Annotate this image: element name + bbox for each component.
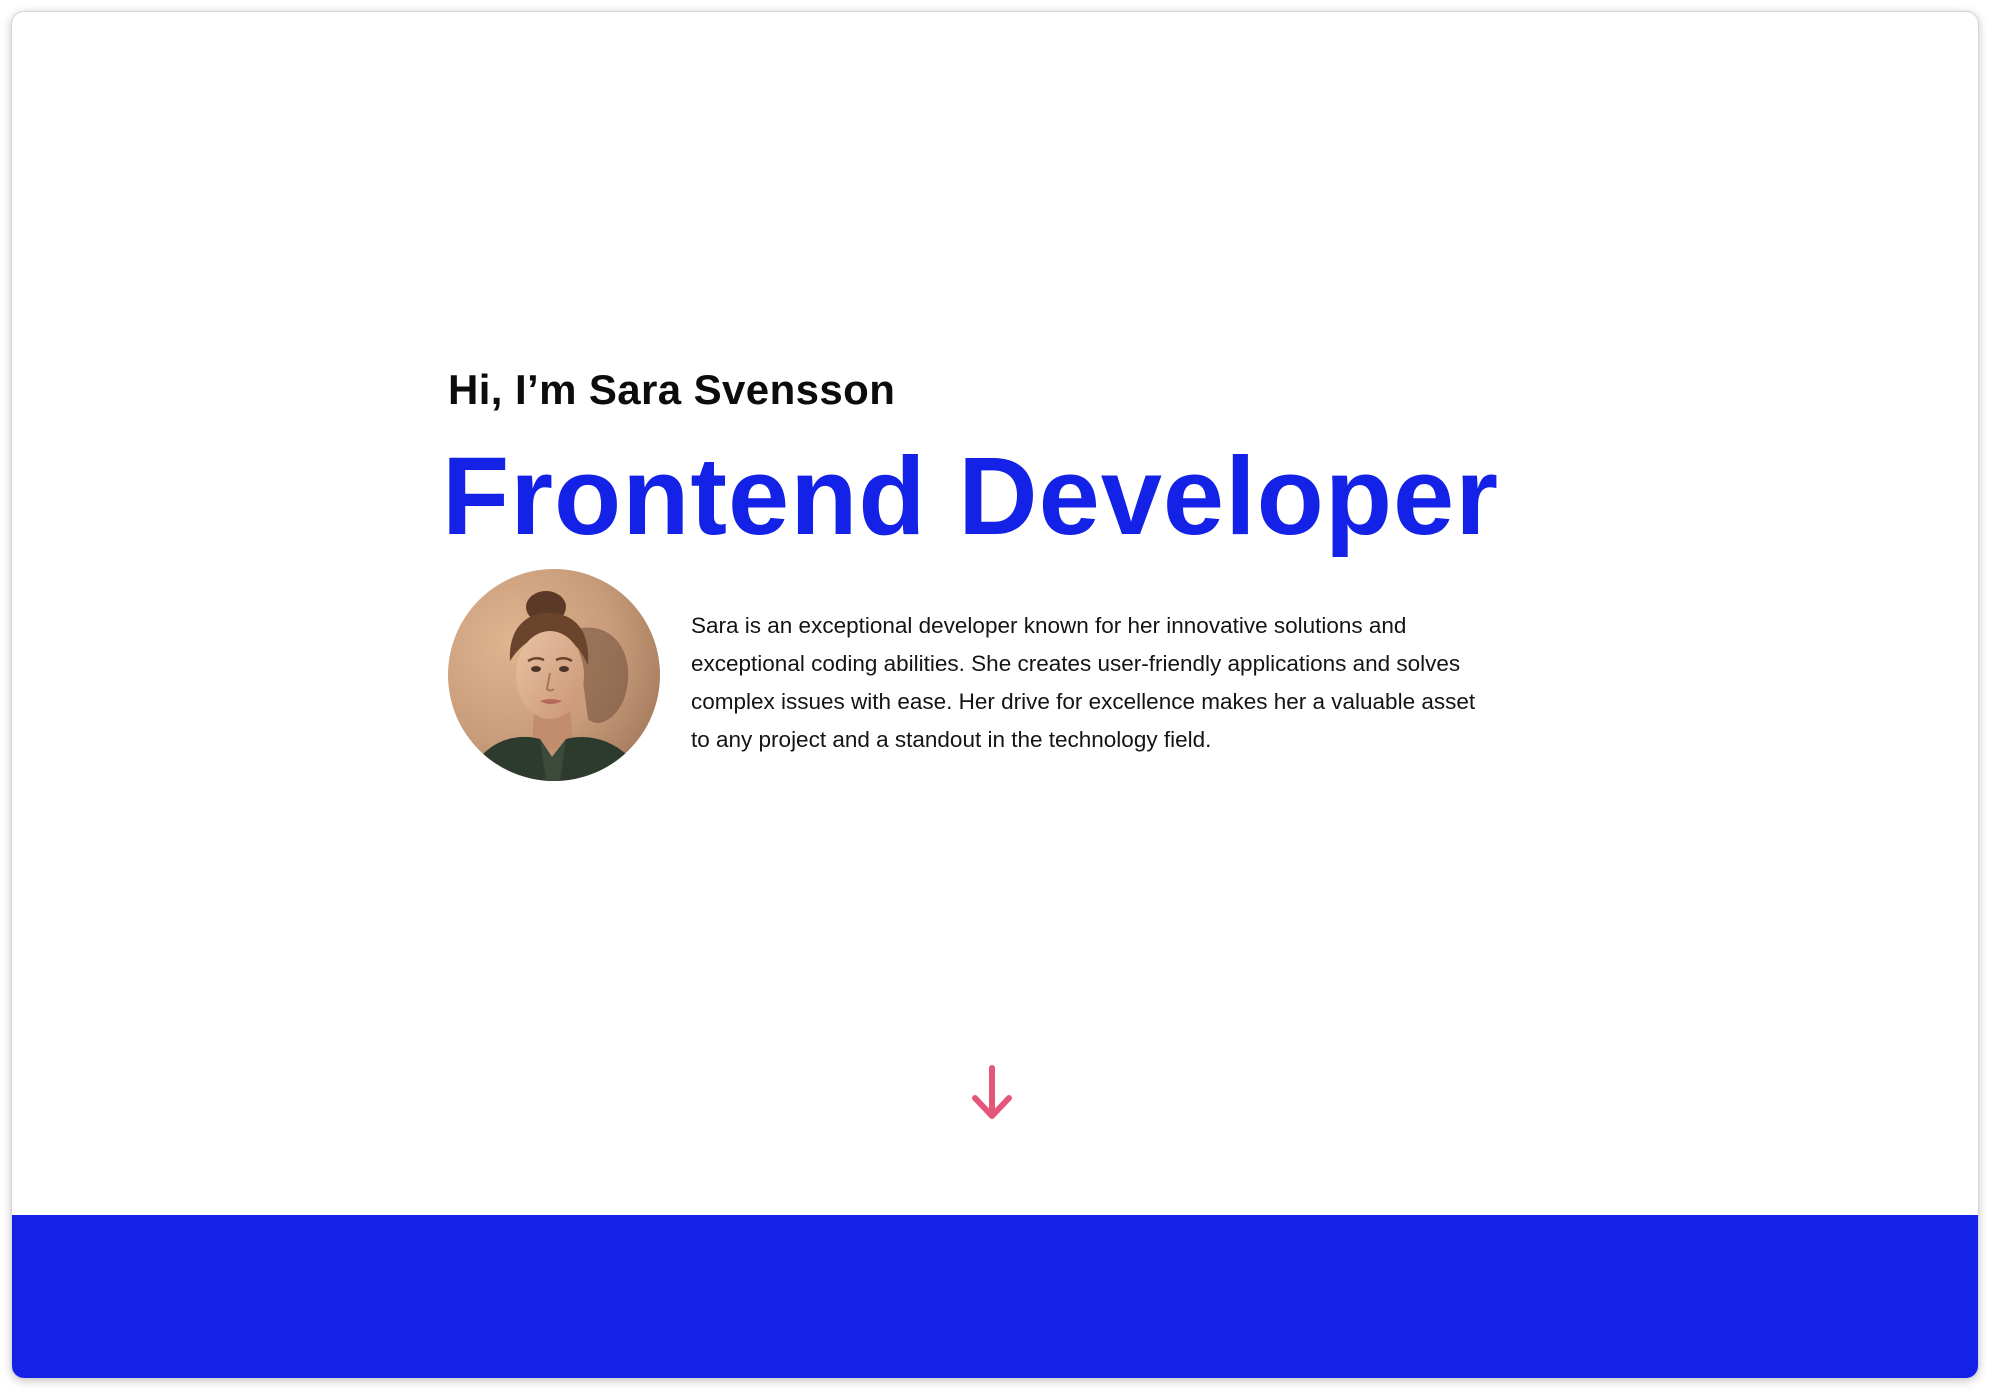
next-section-band — [12, 1215, 1978, 1378]
hero-section: Hi, I’m Sara Svensson Frontend Developer — [12, 12, 1978, 1215]
bio-text: Sara is an exceptional developer known f… — [691, 613, 1476, 752]
portrait-photo-icon — [448, 569, 660, 781]
arrow-down-icon — [972, 1065, 1012, 1119]
avatar — [448, 569, 660, 781]
scroll-down-button[interactable] — [967, 1064, 1017, 1124]
greeting-heading: Hi, I’m Sara Svensson — [448, 366, 896, 413]
browser-frame: Hi, I’m Sara Svensson Frontend Developer — [12, 12, 1978, 1378]
role-title: Frontend Developer — [442, 435, 1500, 558]
